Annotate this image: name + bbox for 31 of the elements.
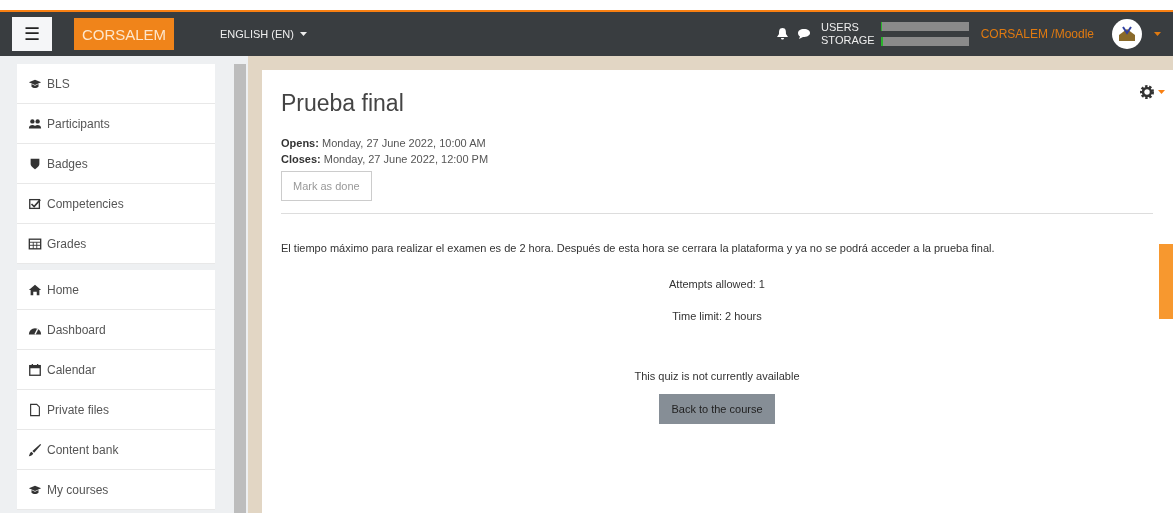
calendar-icon xyxy=(28,362,42,377)
users-icon xyxy=(28,116,42,131)
logo xyxy=(1117,25,1137,43)
settings-icon xyxy=(1139,84,1155,100)
site-name: CORSALEM /Moodle xyxy=(980,27,1094,41)
home-icon xyxy=(28,282,42,297)
scrollbar[interactable] xyxy=(234,64,246,513)
caret-icon xyxy=(1158,90,1165,94)
menu-button[interactable]: ☰ xyxy=(12,17,52,51)
brush-icon xyxy=(28,442,42,457)
chat-icon[interactable] xyxy=(797,28,812,40)
availability-notice: This quiz is not currently available xyxy=(634,370,800,382)
caret-icon xyxy=(299,32,307,36)
date-line: Closes: Monday, 27 June 2022, 12:00 PM xyxy=(281,152,490,167)
avatar-icon[interactable] xyxy=(1112,19,1142,49)
usage-label: USERS xyxy=(821,21,860,34)
checkbox-icon xyxy=(28,196,42,211)
bell-icon[interactable] xyxy=(776,27,790,41)
table-icon xyxy=(28,236,42,251)
date-line: Opens: Monday, 27 June 2022, 10:00 AM xyxy=(281,136,487,151)
quiz-info: Attempts allowed: 1 xyxy=(669,278,765,290)
caret-icon[interactable] xyxy=(1154,32,1161,36)
usage-label: STORAGE xyxy=(821,34,875,47)
page-title: Prueba final xyxy=(281,90,404,117)
file-icon xyxy=(28,402,42,417)
shield-icon xyxy=(28,156,42,171)
settings-menu[interactable] xyxy=(1139,84,1165,100)
intro-text: El tiempo máximo para realizar el examen es de 2 hora. Después de esta hora se cerrara la plataforma y ya no se podrá acceder a la prueba final. xyxy=(281,242,996,254)
back-button[interactable]: Back to the course xyxy=(659,394,775,424)
language-menu[interactable]: ENGLISH (EN) xyxy=(214,27,313,41)
quiz-info: Time limit: 2 hours xyxy=(672,310,762,322)
